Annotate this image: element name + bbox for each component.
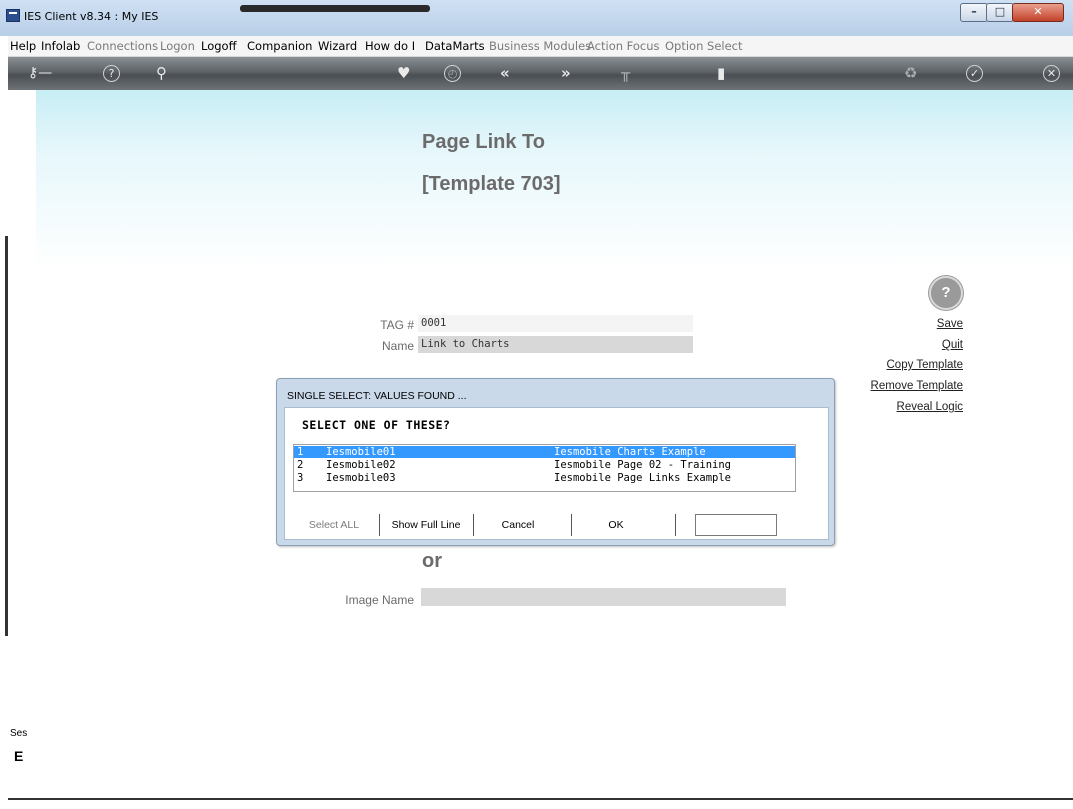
maximize-button[interactable]: □ [986, 3, 1014, 22]
menu-option-select[interactable]: Option Select [665, 39, 743, 53]
close-icon: ✕ [1033, 5, 1043, 18]
row-description: Iesmobile Charts Example [554, 446, 706, 458]
menu-wizard[interactable]: Wizard [318, 39, 357, 53]
button-separator [379, 514, 380, 536]
page-title: Page Link To [422, 131, 545, 153]
menu-logoff[interactable]: Logoff [201, 39, 237, 53]
session-label: Ses [10, 728, 28, 739]
row-code: Iesmobile01 [326, 446, 396, 458]
select-all-button[interactable]: Select ALL [293, 514, 375, 536]
row-code: Iesmobile02 [326, 459, 396, 471]
button-separator [473, 514, 474, 536]
menu-help[interactable]: Help [10, 39, 36, 53]
search-icon[interactable]: ⚲ [156, 65, 167, 81]
list-item[interactable]: 1 Iesmobile01 Iesmobile Charts Example [294, 446, 795, 458]
recycle-icon[interactable]: ♻ [904, 65, 917, 81]
menu-business-modules[interactable]: Business Modules [489, 39, 591, 53]
minimize-button[interactable]: – [960, 3, 988, 22]
remove-template-link[interactable]: Remove Template [871, 380, 963, 392]
help-button[interactable]: ? [929, 276, 963, 310]
row-number: 3 [297, 472, 304, 484]
button-separator [675, 514, 676, 536]
copy-template-link[interactable]: Copy Template [887, 359, 964, 371]
quit-link[interactable]: Quit [942, 339, 963, 351]
left-panel [8, 90, 36, 796]
bottom-divider [8, 798, 1073, 800]
row-number: 2 [297, 459, 304, 471]
menu-bar: Help Infolab Connections Logon Logoff Co… [8, 36, 1073, 57]
app-icon[interactable] [6, 9, 20, 22]
menu-connections[interactable]: Connections [87, 39, 158, 53]
menu-datamarts[interactable]: DataMarts [425, 39, 485, 53]
save-link[interactable]: Save [937, 318, 963, 330]
or-text: or [422, 550, 442, 572]
cancel-button[interactable]: Cancel [477, 514, 559, 536]
ok-button[interactable]: OK [575, 514, 657, 536]
row-description: Iesmobile Page 02 - Training [554, 459, 732, 471]
help-icon[interactable]: ? [103, 65, 120, 82]
tag-label: TAG # [380, 318, 414, 332]
row-code: Iesmobile03 [326, 472, 396, 484]
bar-icon[interactable]: ╥ [621, 65, 630, 81]
menu-companion[interactable]: Companion [247, 39, 312, 53]
row-number: 1 [297, 446, 304, 458]
key-icon[interactable]: ⚷— [28, 65, 52, 81]
image-name-label: Image Name [345, 593, 414, 607]
session-icon[interactable]: E [14, 748, 23, 764]
minimize-icon: – [971, 5, 977, 18]
back-icon[interactable]: « [500, 65, 510, 81]
list-item[interactable]: 2 Iesmobile02 Iesmobile Page 02 - Traini… [294, 459, 795, 471]
dialog-input[interactable] [695, 514, 777, 536]
show-full-line-button[interactable]: Show Full Line [383, 514, 469, 536]
menu-action-focus[interactable]: Action Focus [587, 39, 660, 53]
image-name-field[interactable] [421, 588, 786, 606]
heart-icon[interactable]: ♥ [397, 65, 410, 81]
clock-icon[interactable]: ◴ [444, 65, 461, 82]
maximize-icon: □ [994, 5, 1006, 18]
menu-logon[interactable]: Logon [160, 39, 195, 53]
list-item[interactable]: 3 Iesmobile03 Iesmobile Page Links Examp… [294, 472, 795, 484]
forward-icon[interactable]: » [561, 65, 571, 81]
toolbar: ⚷— ? ⚲ ♥ ◴ « » ╥ ▮ ♻ ✓ ✕ [8, 57, 1073, 90]
button-separator [571, 514, 572, 536]
menu-infolab[interactable]: Infolab [41, 39, 80, 53]
dialog-question: SELECT ONE OF THESE? [302, 418, 451, 432]
name-field[interactable]: Link to Charts [418, 336, 693, 353]
reveal-logic-link[interactable]: Reveal Logic [897, 401, 963, 413]
tablet-icon[interactable]: ▮ [717, 65, 725, 81]
menu-how-do-i[interactable]: How do I [365, 39, 415, 53]
row-description: Iesmobile Page Links Example [554, 472, 732, 484]
close-icon[interactable]: ✕ [1043, 65, 1060, 82]
window-title: IES Client v8.34 : My IES [24, 10, 159, 23]
page-subtitle: [Template 703] [422, 173, 561, 195]
tag-field[interactable]: 0001 [418, 315, 693, 332]
title-bar: IES Client v8.34 : My IES – □ ✕ [0, 0, 1073, 37]
check-icon[interactable]: ✓ [966, 65, 983, 82]
dialog-title: SINGLE SELECT: VALUES FOUND ... [287, 390, 467, 402]
name-label: Name [381, 339, 414, 353]
values-list[interactable]: 1 Iesmobile01 Iesmobile Charts Example 2… [293, 444, 796, 492]
left-strip [0, 36, 8, 809]
title-decoration [240, 5, 430, 12]
single-select-dialog: SINGLE SELECT: VALUES FOUND ... SELECT O… [276, 378, 835, 546]
dialog-body: SELECT ONE OF THESE? 1 Iesmobile01 Iesmo… [284, 407, 829, 540]
close-window-button[interactable]: ✕ [1012, 3, 1064, 22]
